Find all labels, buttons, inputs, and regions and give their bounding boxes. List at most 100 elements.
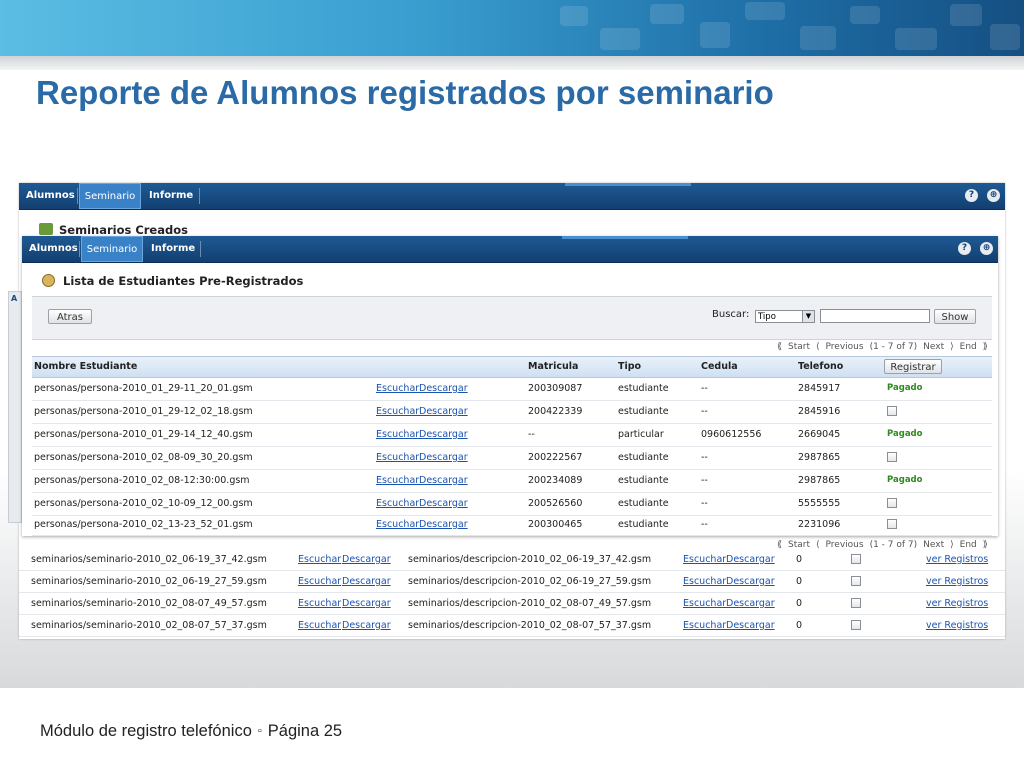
listen-link[interactable]: Escuchar	[298, 615, 341, 636]
nav-informe[interactable]: Informe	[149, 183, 193, 209]
row-checkbox[interactable]	[851, 554, 861, 564]
seminar-icon	[39, 223, 53, 235]
matricula-cell: 200422339	[528, 406, 583, 417]
listen-link[interactable]: Escuchar	[376, 492, 419, 515]
download-link[interactable]: Descargar	[726, 571, 775, 592]
exit-icon[interactable]: ⊕	[980, 242, 993, 255]
download-link[interactable]: Descargar	[726, 593, 775, 614]
nav-seminario[interactable]: Seminario	[79, 183, 141, 209]
pager-start[interactable]: Start	[788, 342, 810, 352]
download-link[interactable]: Descargar	[726, 615, 775, 636]
next-page-icon[interactable]: ⟩	[950, 540, 954, 550]
download-link[interactable]: Descargar	[342, 593, 391, 614]
page-number: Página 25	[267, 722, 343, 740]
listen-link[interactable]: Escuchar	[376, 514, 419, 535]
cedula-cell: 0960612556	[701, 429, 762, 440]
first-page-icon[interactable]: ⟪	[777, 342, 782, 352]
nav-informe[interactable]: Informe	[151, 236, 195, 262]
pager-top: ⟪ Start ⟨ Previous (1 - 7 of 7) Next ⟩ End ⟫	[777, 338, 994, 356]
register-checkbox[interactable]	[887, 406, 897, 416]
register-checkbox[interactable]	[887, 498, 897, 508]
pager-start[interactable]: Start	[788, 540, 810, 550]
exit-icon[interactable]: ⊕	[987, 189, 1000, 202]
help-icon[interactable]: ?	[958, 242, 971, 255]
pager-end[interactable]: End	[960, 540, 977, 550]
registered-count: 0	[796, 598, 803, 609]
listen-link[interactable]: Escuchar	[683, 549, 726, 570]
last-page-icon[interactable]: ⟫	[983, 540, 988, 550]
cedula-cell: --	[701, 452, 708, 463]
table-row: seminarios/seminario-2010_02_08-07_57_37…	[19, 615, 1005, 637]
download-link[interactable]: Descargar	[419, 446, 468, 469]
matricula-cell: 200300465	[528, 519, 583, 530]
nav-highlight	[565, 183, 691, 186]
first-page-icon[interactable]: ⟪	[777, 540, 782, 550]
table-row: personas/persona-2010_01_29-11_20_01.gsm…	[32, 377, 992, 401]
pager-next[interactable]: Next	[923, 540, 944, 550]
download-link[interactable]: Descargar	[342, 549, 391, 570]
show-button[interactable]: Show	[934, 309, 976, 324]
download-link[interactable]: Descargar	[419, 514, 468, 535]
listen-link[interactable]: Escuchar	[376, 400, 419, 423]
col-nombre: Nombre Estudiante	[34, 361, 138, 372]
nav-seminario[interactable]: Seminario	[81, 236, 143, 262]
telefono-cell: 2669045	[798, 429, 841, 440]
pager-previous[interactable]: Previous	[826, 342, 864, 352]
download-link[interactable]: Descargar	[342, 571, 391, 592]
listen-link[interactable]: Escuchar	[376, 469, 419, 492]
listen-link[interactable]: Escuchar	[298, 549, 341, 570]
nav-alumnos[interactable]: Alumnos	[26, 183, 75, 209]
listen-link[interactable]: Escuchar	[376, 377, 419, 400]
listen-link[interactable]: Escuchar	[683, 593, 726, 614]
pager-previous[interactable]: Previous	[826, 540, 864, 550]
view-records-link[interactable]: ver Registros	[926, 615, 988, 636]
search-input[interactable]	[820, 309, 930, 323]
last-page-icon[interactable]: ⟫	[983, 342, 988, 352]
nav-alumnos[interactable]: Alumnos	[29, 236, 78, 262]
back-button[interactable]: Atras	[48, 309, 92, 324]
nav-divider	[79, 241, 80, 257]
paid-status: Pagado	[887, 383, 923, 393]
header-shadow	[0, 56, 1024, 70]
download-link[interactable]: Descargar	[419, 469, 468, 492]
register-checkbox[interactable]	[887, 519, 897, 529]
pager-end[interactable]: End	[960, 342, 977, 352]
row-checkbox[interactable]	[851, 576, 861, 586]
seminarios-title: Seminarios Creados	[39, 223, 188, 237]
prev-page-icon[interactable]: ⟨	[816, 540, 820, 550]
download-link[interactable]: Descargar	[419, 492, 468, 515]
table-row: personas/persona-2010_01_29-12_02_18.gsm…	[32, 400, 992, 424]
student-file: personas/persona-2010_02_13-23_52_01.gsm	[34, 519, 253, 530]
next-page-icon[interactable]: ⟩	[950, 342, 954, 352]
view-records-link[interactable]: ver Registros	[926, 593, 988, 614]
registrar-button[interactable]: Registrar	[884, 359, 942, 374]
help-icon[interactable]: ?	[965, 189, 978, 202]
prev-page-icon[interactable]: ⟨	[816, 342, 820, 352]
tipo-cell: estudiante	[618, 383, 669, 394]
download-link[interactable]: Descargar	[419, 423, 468, 446]
download-link[interactable]: Descargar	[419, 377, 468, 400]
listen-link[interactable]: Escuchar	[683, 571, 726, 592]
download-link[interactable]: Descargar	[419, 400, 468, 423]
listen-link[interactable]: Escuchar	[298, 593, 341, 614]
view-records-link[interactable]: ver Registros	[926, 571, 988, 592]
registered-count: 0	[796, 576, 803, 587]
register-checkbox[interactable]	[887, 452, 897, 462]
pager-bottom: ⟪ Start ⟨ Previous (1 - 7 of 7) Next ⟩ End ⟫	[777, 536, 994, 554]
download-link[interactable]: Descargar	[342, 615, 391, 636]
row-checkbox[interactable]	[851, 598, 861, 608]
listen-link[interactable]: Escuchar	[683, 615, 726, 636]
row-checkbox[interactable]	[851, 620, 861, 630]
student-file: personas/persona-2010_01_29-11_20_01.gsm	[34, 383, 253, 394]
listen-link[interactable]: Escuchar	[376, 423, 419, 446]
table-row: personas/persona-2010_02_08-12:30:00.gsm…	[32, 469, 992, 493]
listen-link[interactable]: Escuchar	[376, 446, 419, 469]
table-row: personas/persona-2010_01_29-14_12_40.gsm…	[32, 423, 992, 447]
table-row: personas/persona-2010_02_10-09_12_00.gsm…	[32, 492, 992, 516]
search-type-select[interactable]: Tipo ▼	[755, 310, 815, 323]
tipo-cell: estudiante	[618, 475, 669, 486]
cedula-cell: --	[701, 383, 708, 394]
download-link[interactable]: Descargar	[726, 549, 775, 570]
pager-next[interactable]: Next	[923, 342, 944, 352]
listen-link[interactable]: Escuchar	[298, 571, 341, 592]
